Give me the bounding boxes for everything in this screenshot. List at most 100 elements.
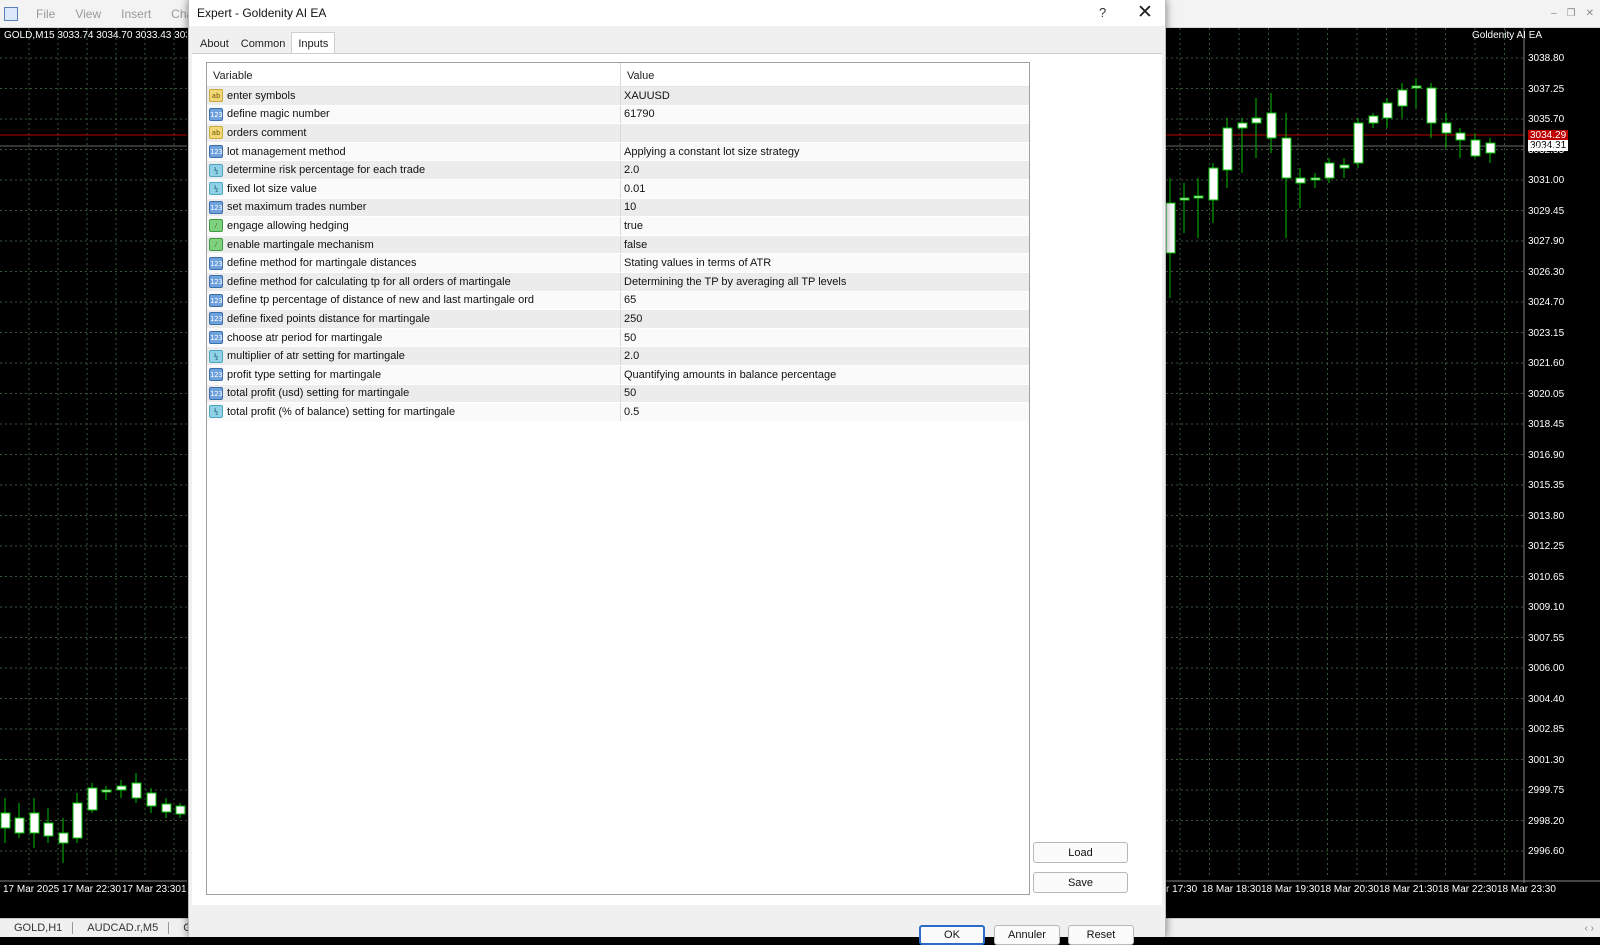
input-variable-name: enter symbols <box>227 89 296 102</box>
type-dbl-icon: ½ <box>209 349 223 363</box>
menu-insert[interactable]: Insert <box>121 7 151 21</box>
input-row[interactable]: 123 define fixed points distance for mart… <box>207 310 1029 329</box>
input-value-cell[interactable]: Quantifying amounts in balance percentag… <box>621 366 1029 384</box>
candle-body <box>1237 122 1248 129</box>
candle-body <box>1251 117 1262 124</box>
candle-body <box>1382 102 1393 119</box>
input-row[interactable]: 123 profit type setting for martingale Qua… <box>207 365 1029 385</box>
input-row[interactable]: ⁄ engage allowing hedging true <box>207 217 1029 236</box>
chart-gold-right[interactable]: Goldenity AI EA 3038.80 3037.25 3035.70 303… <box>1166 28 1600 918</box>
input-row[interactable]: ⁄ enable martingale mechanism false <box>207 235 1029 255</box>
input-value-cell[interactable]: 50 <box>621 385 1029 403</box>
input-row[interactable]: 123 lot management method Applying a const… <box>207 142 1029 162</box>
input-row[interactable]: 123 choose atr period for martingale 50 <box>207 328 1029 348</box>
input-row[interactable]: 123 total profit (usd) setting for martin… <box>207 384 1029 404</box>
cancel-button[interactable]: Annuler <box>994 925 1060 945</box>
input-value-cell[interactable]: Determining the TP by averaging all TP l… <box>621 273 1029 291</box>
input-variable-cell: 123 define method for martingale distance… <box>207 254 621 272</box>
input-row[interactable]: 123 define tp percentage of distance of n… <box>207 291 1029 311</box>
input-variable-cell: ab orders comment <box>207 124 621 142</box>
tab-about[interactable]: About <box>194 34 235 54</box>
input-row[interactable]: ab orders comment <box>207 124 1029 143</box>
input-variable-name: define magic number <box>227 108 330 121</box>
tab-common[interactable]: Common <box>235 34 292 54</box>
column-header-variable[interactable]: Variable <box>207 63 621 86</box>
input-variable-cell: 123 define magic number <box>207 105 621 124</box>
price-axis-label: 3029.45 <box>1528 205 1565 217</box>
input-variable-name: total profit (% of balance) setting for … <box>227 405 456 418</box>
input-value-cell[interactable]: 65 <box>621 292 1029 310</box>
chart-tab-audcad-m5[interactable]: AUDCAD.r,M5 <box>73 922 170 934</box>
time-axis-label: r 17:30 <box>1166 884 1198 895</box>
save-button[interactable]: Save <box>1033 872 1128 893</box>
chart-tab-gold-h1[interactable]: GOLD,H1 <box>0 922 74 934</box>
input-value-cell[interactable]: 2.0 <box>621 347 1029 365</box>
time-axis-label: 18 Mar 20:30 <box>1320 884 1379 895</box>
dialog-title: Expert - Goldenity AI EA <box>197 6 327 20</box>
column-header-value[interactable]: Value <box>621 63 1029 86</box>
input-row[interactable]: ½ fixed lot size value 0.01 <box>207 179 1029 199</box>
input-variable-cell: 123 define fixed points distance for mart… <box>207 310 621 328</box>
input-variable-name: profit type setting for martingale <box>227 368 382 381</box>
input-value-cell[interactable]: false <box>621 236 1029 254</box>
price-axis-label: 3002.85 <box>1528 724 1565 735</box>
restore-icon[interactable]: ❐ <box>1567 8 1576 19</box>
reset-button[interactable]: Reset <box>1068 925 1134 945</box>
tab-scroll-arrows-icon[interactable]: ‹ › <box>1585 923 1594 934</box>
input-row[interactable]: ab enter symbols XAUUSD <box>207 87 1029 106</box>
input-value-cell[interactable]: Applying a constant lot size strategy <box>621 143 1029 161</box>
input-row[interactable]: 123 set maximum trades number 10 <box>207 198 1029 218</box>
type-ab-icon: ab <box>209 89 223 103</box>
input-value-cell[interactable]: 250 <box>621 310 1029 328</box>
input-value-cell[interactable]: 50 <box>621 329 1029 347</box>
price-axis-label: 3032.55 <box>1528 144 1565 156</box>
input-row[interactable]: ½ multiplier of atr setting for martingal… <box>207 347 1029 366</box>
input-variable-cell: 123 lot management method <box>207 142 621 161</box>
type-bool-icon: ⁄ <box>209 238 223 252</box>
chart-gold-m15[interactable]: GOLD,M15 3033.74 3034.70 3033.43 3034 17… <box>0 28 187 918</box>
type-123-icon: 123 <box>209 293 223 307</box>
candle-body <box>1324 162 1335 179</box>
load-button[interactable]: Load <box>1033 842 1128 863</box>
chart-left-time-label: 17 Mar 22:30 <box>62 884 121 895</box>
close-window-icon[interactable]: ✕ <box>1586 8 1594 19</box>
candle-body <box>1368 115 1379 124</box>
input-row[interactable]: 123 define method for calculating tp for … <box>207 272 1029 292</box>
input-variable-cell: 123 total profit (usd) setting for martin… <box>207 384 621 403</box>
input-value-cell[interactable]: 0.5 <box>621 403 1029 421</box>
input-variable-cell: ½ fixed lot size value <box>207 179 621 198</box>
input-row[interactable]: ½ total profit (% of balance) setting for… <box>207 403 1029 422</box>
input-row[interactable]: 123 define method for martingale distance… <box>207 254 1029 273</box>
candle-body <box>1353 122 1364 164</box>
candle-body <box>1339 164 1350 169</box>
menu-view[interactable]: View <box>75 7 101 21</box>
input-value-cell[interactable]: XAUUSD <box>621 87 1029 105</box>
input-value-cell[interactable]: true <box>621 217 1029 235</box>
price-axis-label: 2999.75 <box>1528 785 1565 796</box>
input-value-cell[interactable]: 10 <box>621 199 1029 217</box>
candle-body <box>146 792 157 807</box>
input-value-cell[interactable]: Stating values in terms of ATR <box>621 254 1029 272</box>
input-value-cell[interactable]: 61790 <box>621 106 1029 124</box>
minimize-icon[interactable]: – <box>1551 8 1557 19</box>
ok-button[interactable]: OK <box>919 925 985 945</box>
price-axis-label: 2998.20 <box>1528 815 1565 827</box>
input-row[interactable]: ½ determine risk percentage for each trad… <box>207 161 1029 180</box>
price-axis-label: 3013.80 <box>1528 510 1565 522</box>
menu-file[interactable]: File <box>36 7 55 21</box>
price-axis-label: 3035.70 <box>1528 114 1565 125</box>
tab-inputs[interactable]: Inputs <box>291 32 336 53</box>
candle-body <box>72 802 83 839</box>
price-axis-label: 3021.60 <box>1528 358 1565 369</box>
chart-left-header: GOLD,M15 3033.74 3034.70 3033.43 3034 <box>4 30 187 41</box>
input-value-cell[interactable]: 0.01 <box>621 180 1029 198</box>
input-variable-name: orders comment <box>227 126 307 139</box>
input-value-cell[interactable]: 2.0 <box>621 161 1029 179</box>
input-variable-cell: 123 define tp percentage of distance of n… <box>207 291 621 310</box>
price-axis-label: 2996.60 <box>1528 846 1565 857</box>
help-icon[interactable]: ? <box>1099 5 1106 20</box>
input-row[interactable]: 123 define magic number 61790 <box>207 105 1029 125</box>
type-123-icon: 123 <box>209 275 223 289</box>
input-value-cell[interactable] <box>621 124 1029 142</box>
close-icon[interactable]: ✕ <box>1137 1 1153 24</box>
